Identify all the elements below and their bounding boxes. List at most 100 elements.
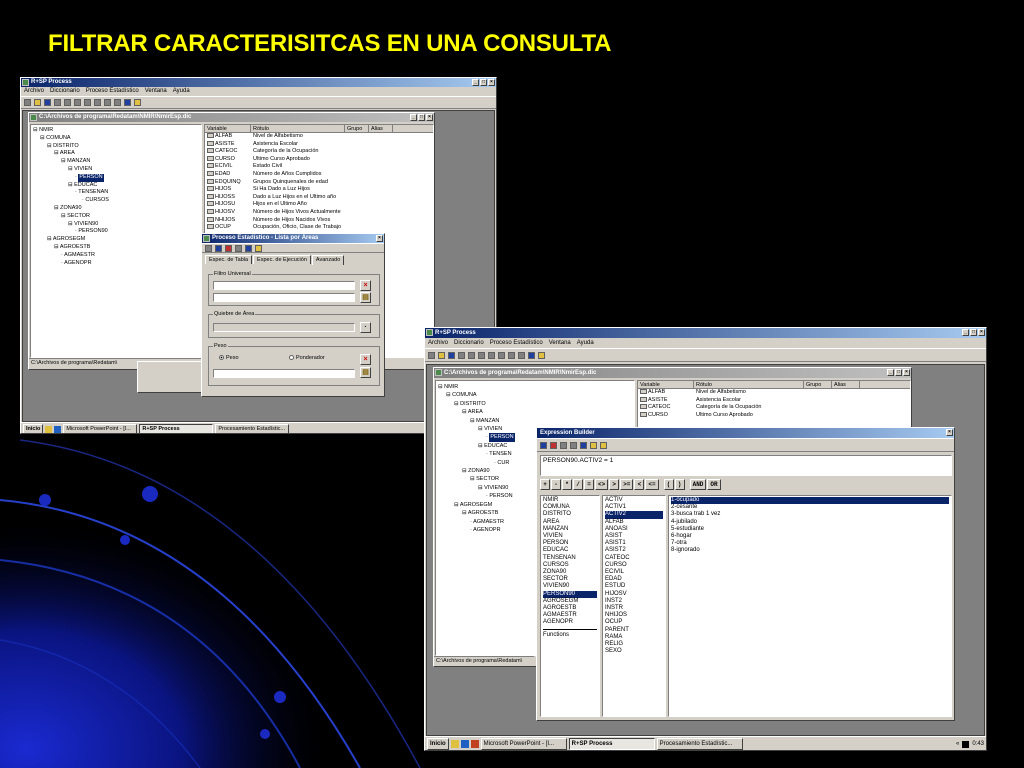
dict-maximize-button[interactable]: □ (418, 114, 425, 121)
entity-list-item[interactable]: DISTRITO (543, 511, 597, 518)
dict-minimize-button[interactable]: _ (887, 369, 894, 376)
value-list-item[interactable]: 5-estudiante (671, 526, 949, 533)
col-variable[interactable]: Variable (205, 125, 251, 132)
copy-icon[interactable] (74, 99, 81, 106)
filtro-universal-combo[interactable] (213, 293, 355, 302)
minimize-button[interactable]: _ (962, 329, 969, 336)
operator-button[interactable]: < (634, 479, 645, 490)
copy-icon[interactable] (478, 351, 485, 359)
entity-tree[interactable]: ⊟ NMIR ⊟ COMUNA ⊟ DISTRITO ⊟ AREA ⊟ MANZAN ⊟ … (30, 124, 202, 358)
save-icon[interactable] (44, 99, 51, 106)
radio-ponderador[interactable]: Ponderador (289, 355, 325, 362)
task-procesamiento[interactable]: Procesamiento Estadístic... (656, 738, 743, 750)
variable-list-item[interactable]: ASIST2 (605, 547, 663, 554)
table-row[interactable]: HIJOS Si Ha Dado a Luz Hijos (205, 186, 433, 194)
tree-node[interactable]: ⊟ COMUNA (438, 391, 632, 399)
operator-button[interactable]: >= (620, 479, 634, 490)
entity-list-item[interactable]: VIVIEN (543, 533, 597, 540)
operator-button[interactable]: ) (674, 479, 685, 490)
new-icon[interactable] (24, 99, 31, 106)
dict-close-button[interactable]: × (426, 114, 433, 121)
value-list-item[interactable]: 6-hogar (671, 533, 949, 540)
tree-node[interactable]: ⊟ EDUCAC (33, 182, 199, 190)
quicklaunch-icon[interactable] (45, 425, 53, 433)
quicklaunch-icon[interactable] (460, 740, 469, 748)
table-row[interactable]: ASISTE Asistencia Escolar (638, 397, 910, 405)
variable-list-item[interactable]: NHIJOS (605, 612, 663, 619)
table-icon[interactable] (114, 99, 121, 106)
expr-builder-close-button[interactable]: × (946, 429, 953, 436)
variable-list-item[interactable]: PARENT (605, 627, 663, 634)
clear-peso-button[interactable]: × (360, 354, 371, 365)
col-variable[interactable]: Variable (638, 381, 694, 388)
value-list-item[interactable]: 8-ignorado (671, 547, 949, 554)
help-icon[interactable] (255, 244, 262, 252)
menu-diccionario[interactable]: Diccionario (50, 87, 80, 96)
table-row[interactable]: EDQUINQ Grupos Quinquenales de edad (205, 179, 433, 187)
delete-icon[interactable] (225, 244, 232, 252)
tree-node[interactable]: ⊟ VIVIEN90 (33, 221, 199, 229)
proc-dialog-close-button[interactable]: × (376, 235, 383, 242)
run-icon[interactable] (528, 351, 535, 359)
menu-ventana[interactable]: Ventana (145, 87, 167, 96)
chart-icon[interactable] (104, 99, 111, 106)
menu-archivo[interactable]: Archivo (24, 87, 44, 96)
entity-list-item[interactable]: ZONA90 (543, 569, 597, 576)
tree-node[interactable]: · AGMAESTR (33, 252, 199, 260)
tree-node[interactable]: ⊟ DISTRITO (33, 143, 199, 151)
value-list[interactable]: 1-ocupado 2-cesante 3-busca trab 1 vez 4-ju… (668, 495, 952, 717)
entity-list-item[interactable]: PERSON (543, 540, 597, 547)
find-icon[interactable] (54, 99, 61, 106)
table-row[interactable]: HIJOSU Hijos en el Ultimo Año (205, 201, 433, 209)
close-button[interactable]: × (978, 329, 985, 336)
quiebre-browse-button[interactable]: · (360, 322, 371, 333)
save-icon[interactable] (540, 441, 547, 449)
chart-icon[interactable] (508, 351, 515, 359)
tree-node[interactable]: ⊟ NMIR (33, 127, 199, 135)
variable-list-item[interactable]: OCUP (605, 619, 663, 626)
radio-peso[interactable]: Peso (219, 355, 239, 362)
variable-list-item[interactable]: ASIST1 (605, 540, 663, 547)
variable-list-item[interactable]: ACTIV2 (605, 511, 663, 519)
col-alias[interactable]: Alias (369, 125, 393, 132)
value-list-item[interactable]: 1-ocupado (671, 497, 949, 505)
tray-expand-icon[interactable]: « (956, 741, 959, 747)
entity-list-item[interactable]: VIVIEN90 (543, 583, 597, 590)
run-icon[interactable] (580, 441, 587, 449)
quicklaunch-icon[interactable] (54, 425, 62, 433)
new-icon[interactable] (428, 351, 435, 359)
operator-button[interactable]: ( (663, 479, 674, 490)
peso-input[interactable] (213, 369, 355, 378)
variable-list-item[interactable]: CURSO (605, 562, 663, 569)
tree-node[interactable]: ⊟ AREA (438, 408, 632, 416)
tree-node[interactable]: ⊟ COMUNA (33, 135, 199, 143)
variable-list-item[interactable]: HIJOSV (605, 591, 663, 598)
table-row[interactable]: CURSO Ultimo Curso Aprobado (205, 156, 433, 164)
find-icon[interactable] (458, 351, 465, 359)
operator-button[interactable]: <= (645, 479, 659, 490)
entity-list-item[interactable]: PERSON90 (543, 590, 597, 598)
operator-button[interactable]: AND (689, 479, 707, 490)
table-row[interactable]: ECIVIL Estado Civil (205, 163, 433, 171)
tab-espec-ejecucion[interactable]: Espec. de Ejecución (253, 255, 311, 264)
entity-list-item[interactable]: AREA (543, 519, 597, 526)
col-rotulo[interactable]: Rótulo (251, 125, 345, 132)
operator-button[interactable]: - (551, 479, 561, 490)
save-icon[interactable] (215, 244, 222, 252)
grid-icon[interactable] (205, 244, 212, 252)
paste-icon[interactable] (488, 351, 495, 359)
operator-button[interactable]: / (573, 479, 583, 490)
expression-builder-button[interactable]: ▤ (360, 292, 371, 303)
table-row[interactable]: CURSO Ultimo Curso Aprobado (638, 412, 910, 420)
table-row[interactable]: ALFAB Nivel de Alfabetismo (205, 133, 433, 141)
task-procesamiento[interactable]: Procesamiento Estadístic... (215, 424, 290, 433)
value-list-item[interactable]: 2-cesante (671, 504, 949, 511)
maximize-button[interactable]: □ (480, 79, 487, 86)
tree-node[interactable]: · TENSENAN (33, 189, 199, 197)
dict-close-button[interactable]: × (903, 369, 910, 376)
entity-list-item[interactable]: AGROESTB (543, 605, 597, 612)
table-row[interactable]: OCUP Ocupación, Oficio, Clase de Trabajo (205, 224, 433, 232)
cut-icon[interactable] (64, 99, 71, 106)
maximize-button[interactable]: □ (970, 329, 977, 336)
edit-icon[interactable] (590, 441, 597, 449)
